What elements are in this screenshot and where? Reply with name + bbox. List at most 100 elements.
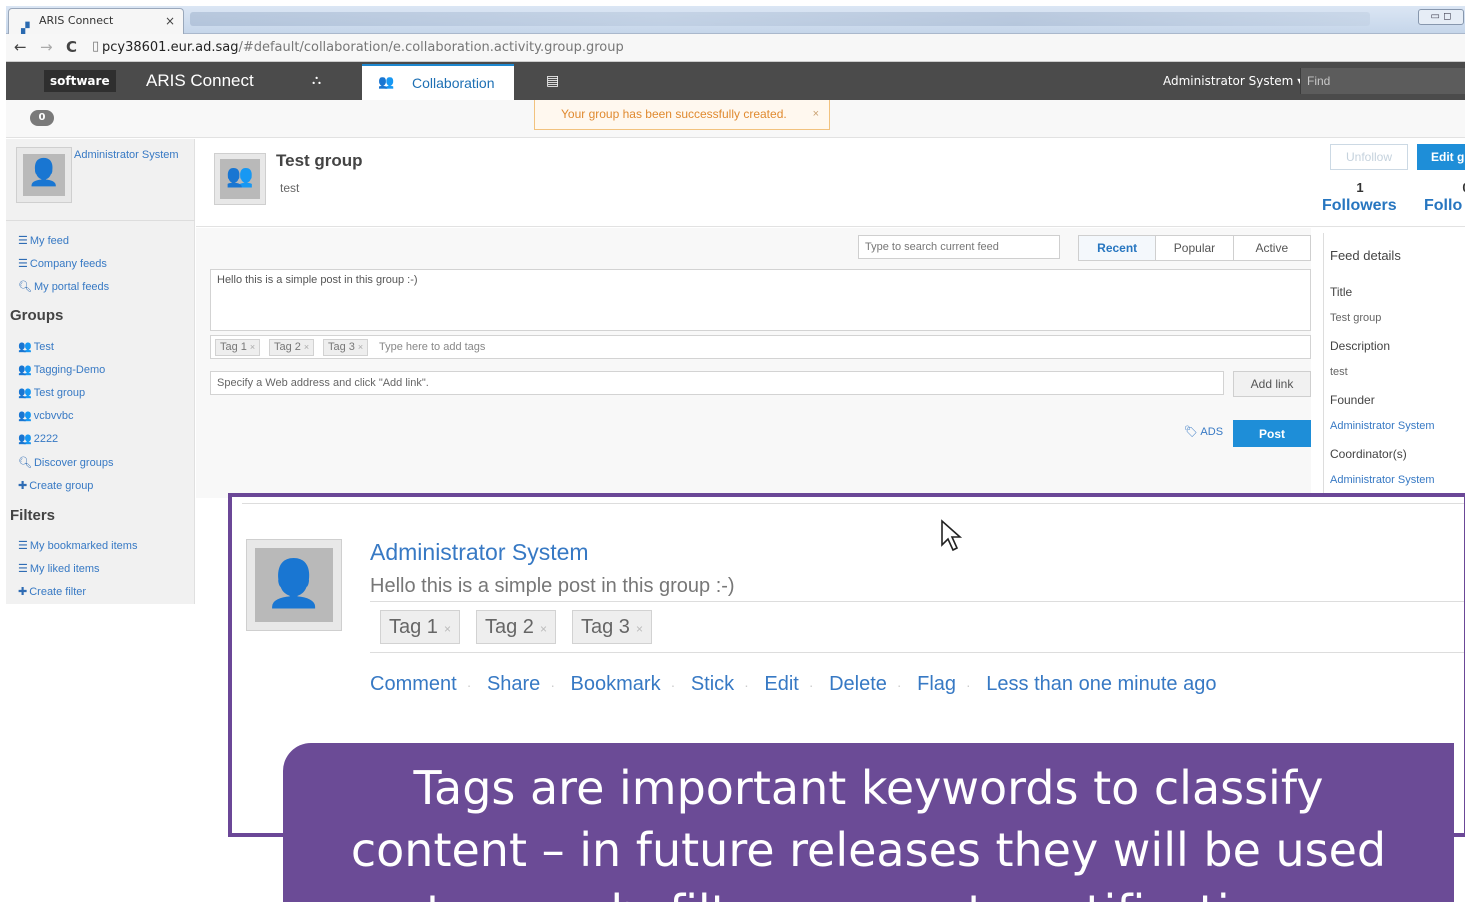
comment-link[interactable]: Comment xyxy=(370,673,457,695)
notification-bar: 0 Your group has been successfully creat… xyxy=(6,100,1465,138)
feed-details-panel: Feed details Title Test group Descriptio… xyxy=(1323,233,1465,495)
tab-recent[interactable]: Recent xyxy=(1079,236,1157,260)
notification-counter[interactable]: 0 xyxy=(30,110,54,126)
tag-chip[interactable]: Tag 2 × xyxy=(269,339,315,356)
post-timestamp[interactable]: Less than one minute ago xyxy=(986,673,1216,695)
sidebar-item-create-group[interactable]: ✚ Create group xyxy=(18,479,93,492)
group-description: test xyxy=(280,181,300,195)
back-arrow-icon[interactable]: ← xyxy=(14,38,27,56)
tag-chip[interactable]: Tag 1 × xyxy=(215,339,261,356)
followers-count: 1 xyxy=(1356,180,1364,195)
tag-remove-icon[interactable]: × xyxy=(358,342,363,352)
group-icon: 👥 xyxy=(18,433,32,445)
sidebar-item-my-feed[interactable]: ☰ My feed xyxy=(18,234,69,247)
list-icon: ☰ xyxy=(18,563,28,575)
tag-input-bar[interactable]: Tag 1 × Tag 2 × Tag 3 × Type here to add ta… xyxy=(210,335,1311,359)
tab-collaboration[interactable]: 👥 Collaboration xyxy=(362,64,514,100)
profile-card: 👤 Administrator System xyxy=(6,139,195,221)
add-link-button[interactable]: Add link xyxy=(1233,371,1311,397)
success-notice: Your group has been successfully created… xyxy=(534,100,830,130)
tag-chip[interactable]: Tag 2 × xyxy=(476,610,556,644)
ads-link[interactable]: 🏷︎ ADS xyxy=(1184,425,1223,438)
detail-coordinator-link[interactable]: Administrator System xyxy=(1330,474,1435,486)
sidebar-item-liked[interactable]: ☰ My liked items xyxy=(18,562,100,575)
tag-chip[interactable]: Tag 1 × xyxy=(380,610,460,644)
delete-link[interactable]: Delete xyxy=(829,673,887,695)
page-icon: ▯ xyxy=(92,39,100,54)
avatar[interactable]: 👤 xyxy=(16,147,72,203)
app-title[interactable]: ARIS Connect xyxy=(146,62,254,100)
tag-input-placeholder[interactable]: Type here to add tags xyxy=(379,336,485,359)
plus-icon: ✚ xyxy=(18,480,28,492)
following-link[interactable]: Follo xyxy=(1424,197,1462,215)
edit-group-button[interactable]: Edit g xyxy=(1417,144,1465,170)
forward-arrow-icon[interactable]: → xyxy=(40,38,53,56)
sidebar-item-test[interactable]: 👥 Test xyxy=(18,340,54,353)
group-header: 👥 Test group test Unfollow Edit g 1 Foll… xyxy=(196,139,1465,227)
post-button[interactable]: Post xyxy=(1233,420,1311,447)
find-input[interactable] xyxy=(1301,68,1465,94)
unfollow-button[interactable]: Unfollow xyxy=(1330,144,1408,170)
feed-search-input[interactable] xyxy=(858,235,1060,259)
caption-line: to search, filter, generate notification… xyxy=(283,881,1454,902)
user-menu[interactable]: Administrator System ▾ xyxy=(1163,62,1303,100)
post-textarea[interactable]: Hello this is a simple post in this grou… xyxy=(210,269,1311,331)
tag-remove-icon[interactable]: × xyxy=(304,342,309,352)
tag-remove-icon[interactable]: × xyxy=(540,622,547,636)
tag-chip[interactable]: Tag 3 × xyxy=(572,610,652,644)
window-controls[interactable]: ▭ ◻ xyxy=(1418,9,1464,25)
sidebar-item-vcbvvbc[interactable]: 👥 vcbvvbc xyxy=(18,409,73,422)
tag-remove-icon[interactable]: × xyxy=(444,622,451,636)
sidebar-item-create-filter[interactable]: ✚ Create filter xyxy=(18,585,86,598)
software-ag-logo[interactable]: software xyxy=(44,70,116,92)
page-title: Test group xyxy=(276,151,363,170)
feed-details-heading: Feed details xyxy=(1330,248,1401,263)
person-icon: 👤 xyxy=(265,556,323,610)
profile-name[interactable]: Administrator System xyxy=(74,149,179,161)
sidebar-item-test-group[interactable]: 👥 Test group xyxy=(18,386,85,399)
tab-popular[interactable]: Popular xyxy=(1156,236,1234,260)
sidebar-item-bookmarked[interactable]: ☰ My bookmarked items xyxy=(18,539,137,552)
app-header: software ARIS Connect ⛬ 👥 Collaboration … xyxy=(6,62,1465,100)
stick-link[interactable]: Stick xyxy=(691,673,734,695)
share-link[interactable]: Share xyxy=(487,673,540,695)
group-icon: 👥 xyxy=(18,410,32,422)
search-icon: 🔍︎ xyxy=(18,457,32,469)
blurred-window-title xyxy=(190,12,1370,26)
reload-icon[interactable]: C xyxy=(66,38,77,56)
notice-message: Your group has been successfully created… xyxy=(561,107,787,121)
sidebar-item-discover-groups[interactable]: 🔍︎ Discover groups xyxy=(18,456,113,469)
tab-close-icon[interactable]: × xyxy=(165,9,175,33)
followers-link[interactable]: Followers xyxy=(1322,197,1397,215)
bookmark-link[interactable]: Bookmark xyxy=(571,673,661,695)
group-icon: 👥 xyxy=(18,387,32,399)
post-author[interactable]: Administrator System xyxy=(370,539,589,566)
mouse-cursor-icon xyxy=(941,519,963,552)
detail-founder-link[interactable]: Administrator System xyxy=(1330,420,1435,432)
group-avatar: 👥 xyxy=(214,153,266,205)
link-input[interactable] xyxy=(210,371,1224,395)
sidebar-item-2222[interactable]: 👥 2222 xyxy=(18,432,58,445)
edit-link[interactable]: Edit xyxy=(764,673,798,695)
caption-line: Tags are important keywords to classify xyxy=(413,761,1324,815)
sidebar-item-company-feeds[interactable]: ☰ Company feeds xyxy=(18,257,107,270)
tab-active[interactable]: Active xyxy=(1234,236,1310,260)
flag-link[interactable]: Flag xyxy=(917,673,956,695)
filters-heading: Filters xyxy=(10,507,56,524)
tag-remove-icon[interactable]: × xyxy=(636,622,643,636)
browser-tab[interactable]: ▞ ARIS Connect × xyxy=(8,8,184,35)
sidebar-item-tagging-demo[interactable]: 👥 Tagging-Demo xyxy=(18,363,105,376)
sidebar-item-my-portal-feeds[interactable]: 🔍︎ My portal feeds xyxy=(18,280,109,293)
tag-icon: 🏷︎ xyxy=(1184,426,1198,438)
browser-tab-title: ARIS Connect xyxy=(39,14,114,27)
tag-chip[interactable]: Tag 3 × xyxy=(323,339,369,356)
url-field[interactable]: pcy38601.eur.ad.sag/#default/collaborati… xyxy=(102,37,1452,58)
plus-icon: ✚ xyxy=(18,586,28,598)
document-icon[interactable]: ▤ xyxy=(546,62,559,100)
detail-coordinator-label: Coordinator(s) xyxy=(1330,447,1407,461)
notice-close-icon[interactable]: × xyxy=(813,100,819,128)
tag-remove-icon[interactable]: × xyxy=(250,342,255,352)
sitemap-icon[interactable]: ⛬ xyxy=(312,62,321,100)
list-icon: ☰ xyxy=(18,258,28,270)
avatar[interactable]: 👤 xyxy=(246,539,342,631)
